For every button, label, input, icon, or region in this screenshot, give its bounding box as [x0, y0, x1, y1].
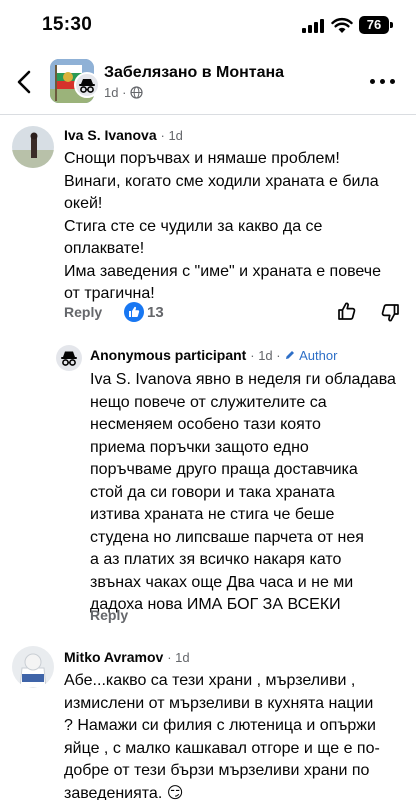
reaction-count[interactable]: 13: [147, 304, 164, 321]
battery-nub: [390, 22, 393, 28]
battery-icon: 76: [359, 16, 389, 34]
comment-time: · 1d: [160, 128, 183, 143]
comment-author[interactable]: Anonymous participant · 1d · Author: [90, 347, 337, 363]
comment-text: Iva S. Ivanova явно в неделя ги обладава…: [90, 371, 396, 613]
comment-time: · 1d: [167, 650, 190, 665]
reply-button[interactable]: Reply: [90, 607, 128, 623]
thumbs-down-outline-icon[interactable]: [379, 302, 401, 324]
cellular-signal-icon: [302, 19, 324, 33]
incognito-icon: [61, 351, 77, 366]
post-time: 1d: [104, 85, 119, 100]
avatar-photo: [12, 126, 54, 168]
comment-author[interactable]: Iva S. Ivanova · 1d: [64, 127, 183, 143]
anonymous-avatar: [74, 72, 100, 98]
anonymous-avatar: [56, 345, 82, 371]
comment-time: · 1d ·: [250, 348, 285, 363]
thumbs-up-outline-icon[interactable]: [336, 300, 358, 322]
avatar[interactable]: [12, 126, 54, 168]
pencil-icon: [286, 351, 295, 359]
author-badge: Author: [284, 348, 337, 363]
group-name[interactable]: Забелязано в Монтана: [104, 64, 284, 82]
post-meta: 1d ·: [104, 85, 143, 100]
chevron-left-icon[interactable]: [10, 66, 40, 98]
status-time: 15:30: [42, 14, 93, 35]
avatar[interactable]: [12, 646, 54, 688]
comment-text: Абе...какво са тези храни , мързеливи , …: [64, 672, 380, 800]
reply-button[interactable]: Reply: [64, 304, 102, 320]
incognito-icon: [79, 79, 95, 93]
status-bar: 15:30 76: [0, 0, 416, 52]
comment-text: Снощи поръчвах и нямаше проблем! Винаги,…: [64, 150, 382, 302]
comment-author[interactable]: Mitko Avramov · 1d: [64, 649, 190, 665]
avatar-photo: [12, 646, 54, 688]
like-icon: [124, 302, 144, 322]
globe-icon: [130, 86, 143, 99]
wifi-icon: [331, 18, 353, 33]
header-divider: [0, 114, 416, 115]
meta-separator: ·: [122, 85, 127, 100]
post-header: Забелязано в Монтана 1d ·: [0, 52, 416, 112]
more-icon[interactable]: [368, 72, 398, 92]
